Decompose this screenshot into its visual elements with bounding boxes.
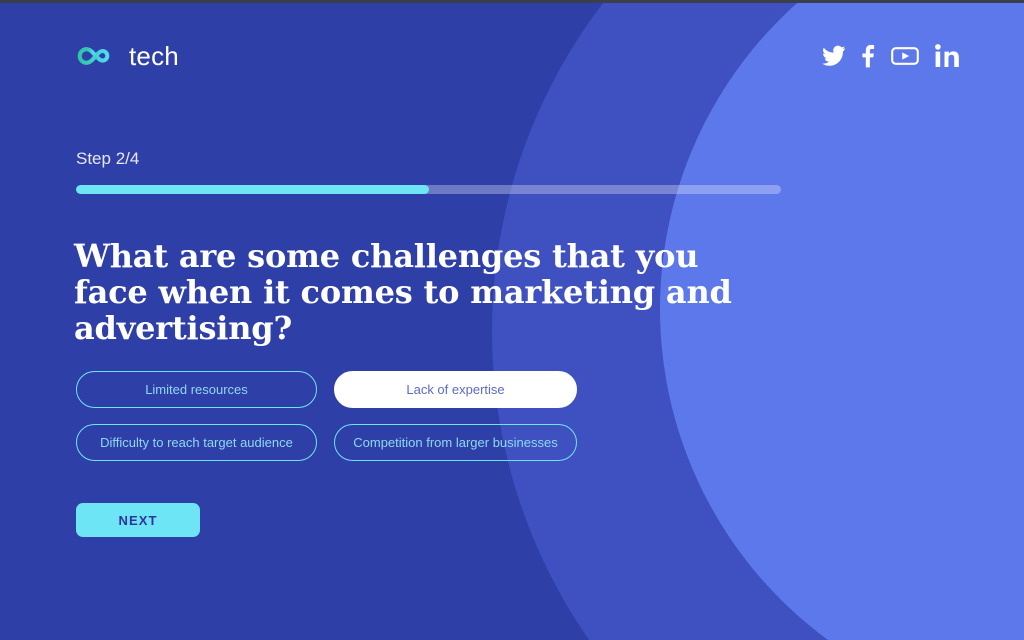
infinity-logo-icon (76, 44, 118, 68)
youtube-icon[interactable] (891, 45, 919, 67)
brand-name: tech (129, 41, 179, 71)
next-button[interactable]: NEXT (76, 503, 200, 537)
progress-bar (76, 185, 781, 194)
answer-option[interactable]: Difficulty to reach target audience (76, 424, 317, 461)
answer-option[interactable]: Competition from larger businesses (334, 424, 577, 461)
twitter-icon[interactable] (822, 45, 846, 67)
survey-page: tech Step 2/4 What are some challenges t… (0, 0, 1024, 640)
linkedin-icon[interactable] (935, 44, 960, 68)
social-links (822, 44, 960, 68)
answer-option[interactable]: Limited resources (76, 371, 317, 408)
facebook-icon[interactable] (862, 44, 875, 68)
answer-options: Limited resources Lack of expertise Diffic… (76, 371, 581, 461)
step-label: Step 2/4 (76, 149, 140, 168)
answer-option[interactable]: Lack of expertise (334, 371, 577, 408)
question-text: What are some challenges that you face w… (74, 237, 732, 347)
progress-bar-fill (76, 185, 429, 194)
brand-logo[interactable]: tech (76, 43, 179, 69)
